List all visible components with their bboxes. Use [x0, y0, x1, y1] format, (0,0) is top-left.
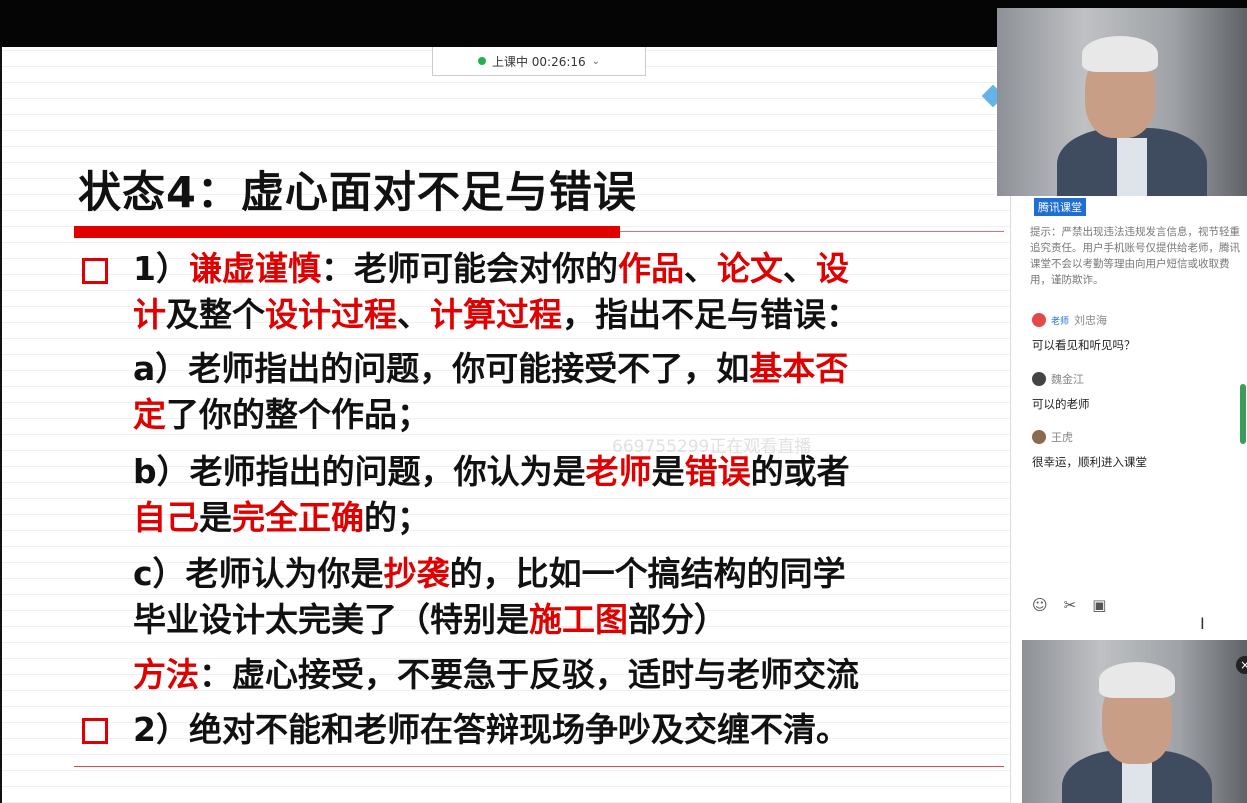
slide-title: 状态4：虚心面对不足与错误 [78, 168, 637, 218]
avatar [1032, 313, 1046, 327]
teacher-video-main[interactable] [997, 8, 1247, 196]
chat-scrollbar[interactable] [1240, 384, 1246, 444]
sub-point-b-line-2: 自己是完全正确的； [133, 498, 430, 537]
chat-toolbar: ☺ ✂ ▣ [1032, 596, 1106, 614]
viewer-watermark: 669755299正在观看直播 [612, 437, 812, 457]
avatar [1032, 372, 1046, 386]
live-dot-icon [477, 57, 486, 65]
emoji-icon[interactable]: ☺ [1032, 596, 1048, 614]
class-status-pill[interactable]: 上课中 00:26:16 ⌄ [432, 47, 646, 76]
point-1-line-1: 1）谦虚谨慎：老师可能会对你的作品、论文、设 [133, 249, 849, 288]
chat-message-author-3: 王虎 [1032, 429, 1073, 445]
brand-badge: 腾讯课堂 [1034, 198, 1086, 216]
image-icon[interactable]: ▣ [1092, 596, 1106, 614]
bullet-square-1 [82, 258, 108, 284]
chat-message-text-3: 很幸运，顺利进入课堂 [1032, 455, 1147, 469]
chat-message-text-2: 可以的老师 [1032, 397, 1090, 411]
point-1-line-2: 计及整个设计过程、计算过程，指出不足与错误： [133, 295, 859, 334]
avatar [1032, 430, 1046, 444]
scissors-icon[interactable]: ✂ [1064, 596, 1077, 614]
bullet-square-2 [82, 718, 108, 744]
text-cursor-icon: I [1200, 614, 1205, 633]
slide-bottom-divider [74, 766, 1004, 767]
point-2-line: 2）绝对不能和老师在答辩现场争吵及交缠不清。 [133, 710, 849, 749]
title-underline-bar [74, 226, 620, 238]
chat-message-author-1: 老师 刘忠海 [1032, 312, 1107, 328]
sub-point-a-line-1: a）老师指出的问题，你可能接受不了，如基本否 [133, 349, 849, 388]
teacher-video-small[interactable] [1022, 640, 1247, 803]
class-status-label: 上课中 00:26:16 [491, 54, 586, 69]
chevron-down-icon: ⌄ [591, 55, 601, 67]
chat-message-text-1: 可以看见和听见吗？ [1032, 338, 1136, 352]
close-icon[interactable]: × [1236, 656, 1247, 674]
sub-point-c-line-1: c）老师认为你是抄袭的，比如一个搞结构的同学 [133, 554, 846, 593]
sub-point-c-line-2: 毕业设计太完美了（特别是施工图部分） [133, 600, 727, 639]
chat-message-author-2: 魏金江 [1032, 371, 1084, 387]
method-line: 方法：虚心接受，不要急于反驳，适时与老师交流 [133, 655, 859, 694]
chat-notice: 提示：严禁出现违法违规发言信息，视节轻重追究责任。用户手机账号仅提供给老师，腾讯… [1030, 226, 1240, 286]
sub-point-a-line-2: 定了你的整个作品； [133, 395, 430, 434]
